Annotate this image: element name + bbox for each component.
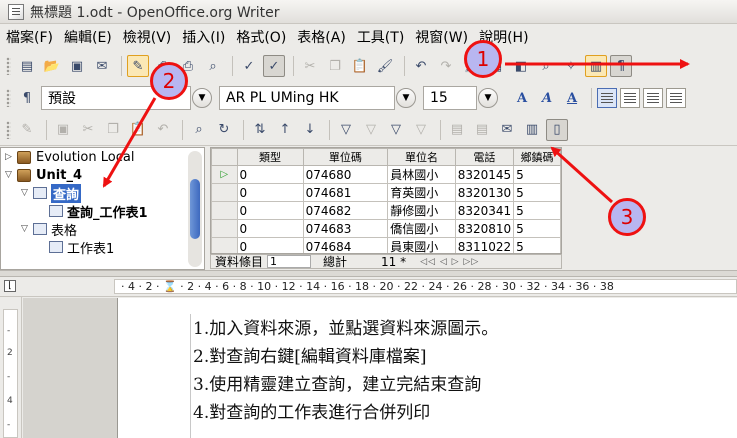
- arrow-to-data-source-current-document: [550, 146, 614, 204]
- arrow-to-query: [102, 97, 157, 188]
- callout-3: 3: [608, 198, 646, 236]
- callout-1: 1: [464, 40, 502, 78]
- callout-2: 2: [150, 62, 188, 100]
